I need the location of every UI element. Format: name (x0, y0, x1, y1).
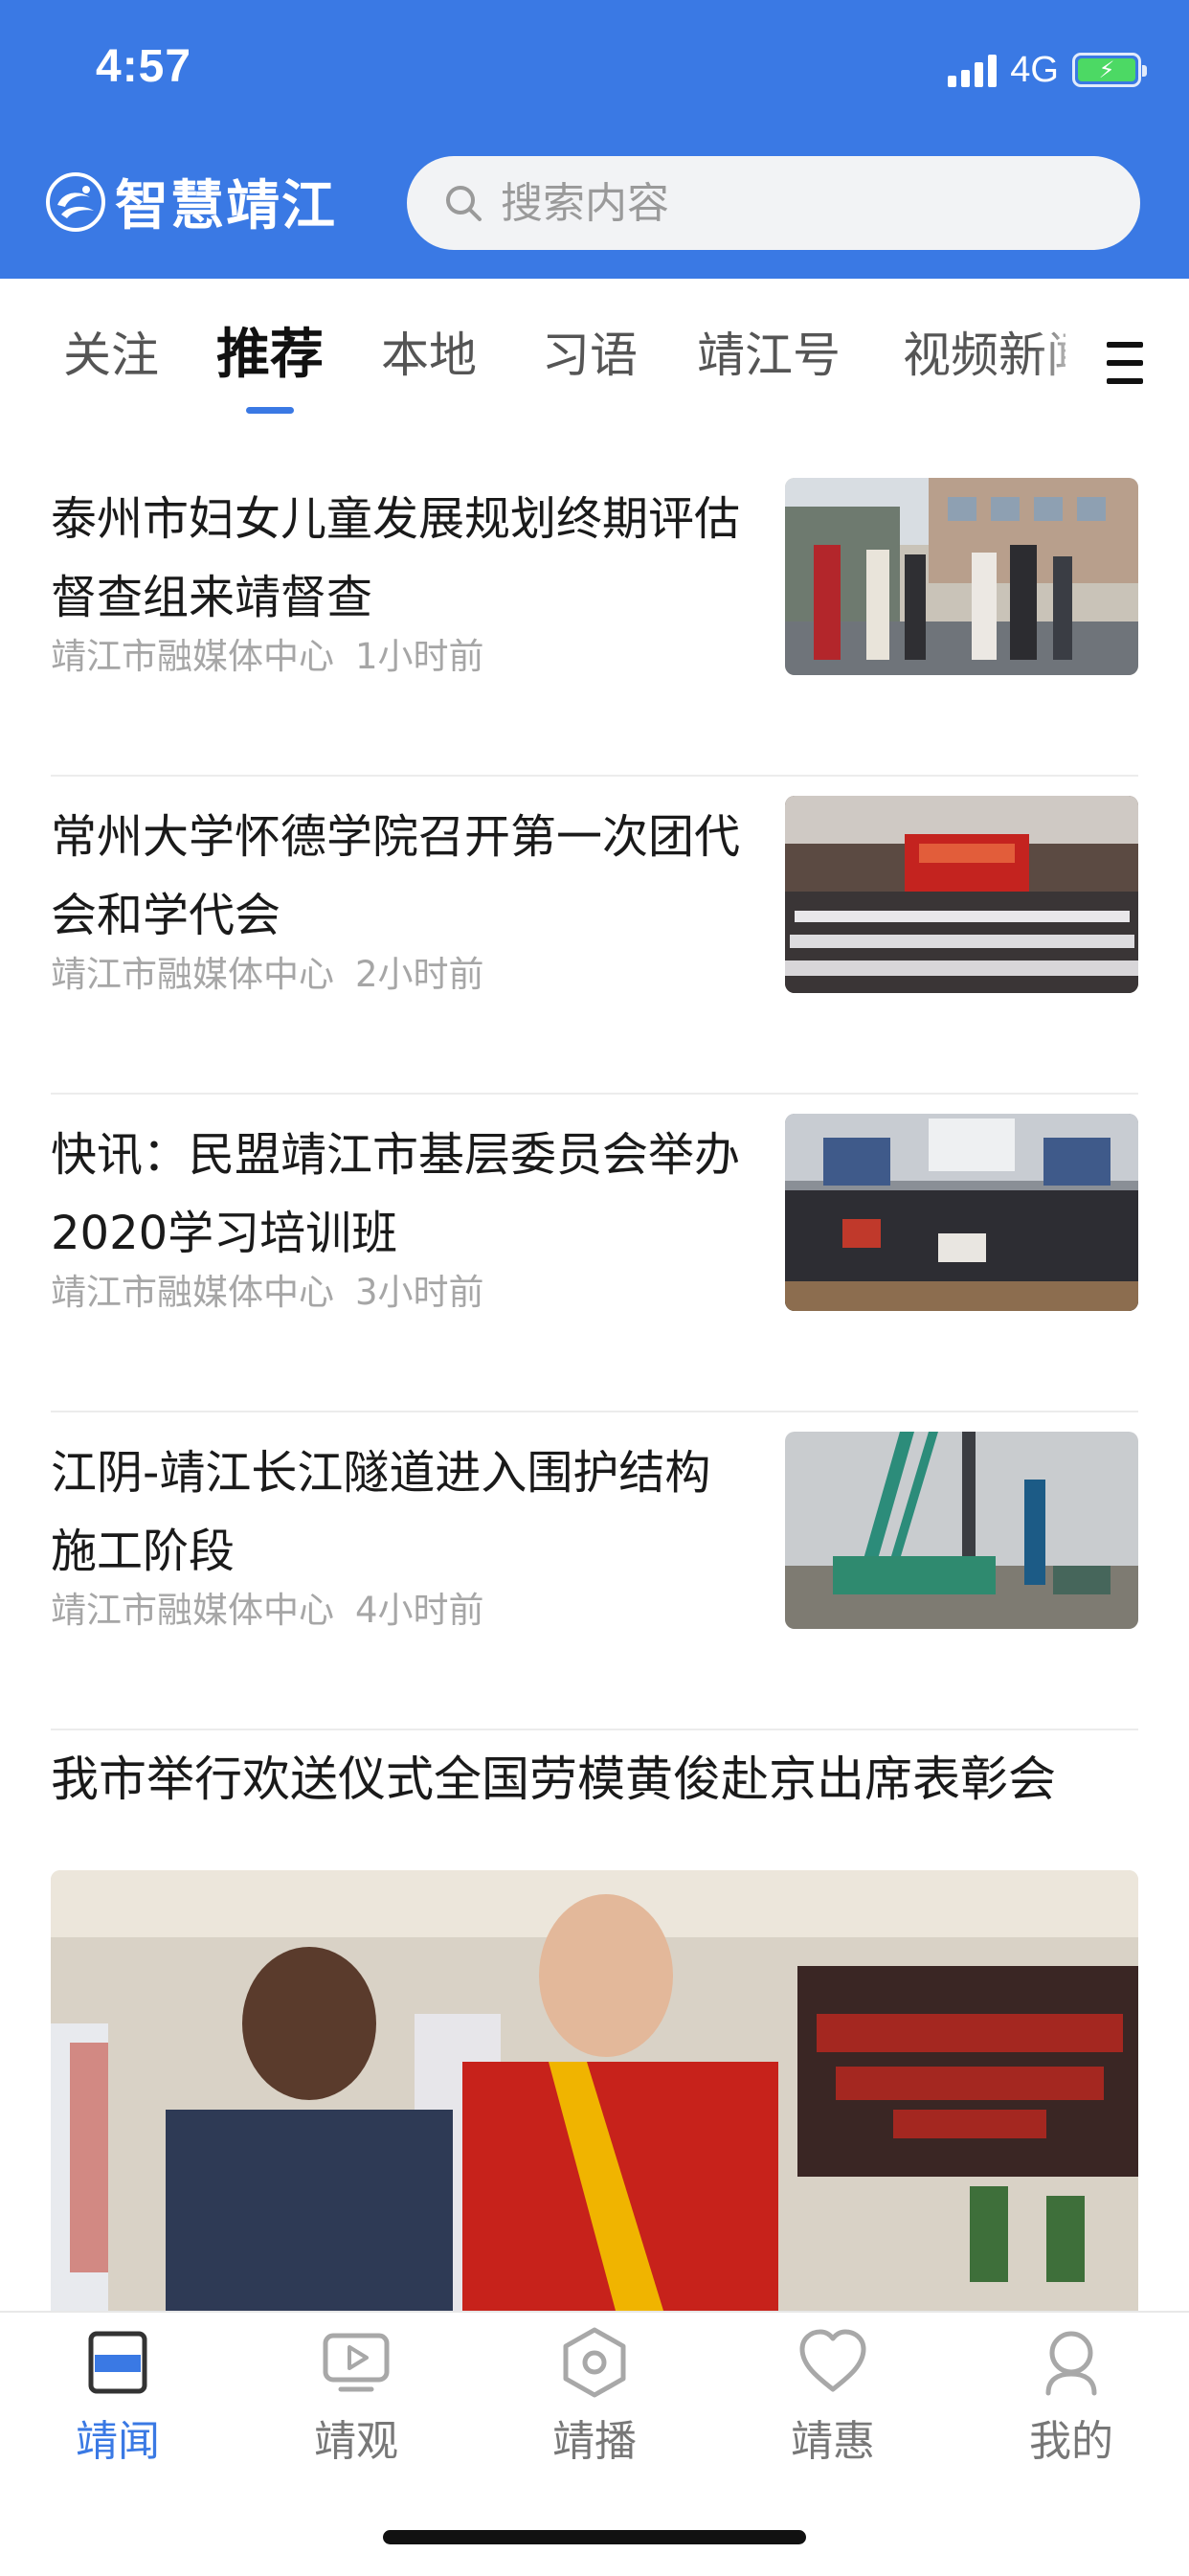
channel-tab-bar: 关注 推荐 本地 习语 靖江号 视频新闻 (0, 279, 1189, 422)
profile-icon (1045, 2331, 1097, 2396)
news-title: 江阴-靖江长江隧道进入围护结构施工阶段 (51, 1446, 711, 1578)
status-indicators: 4G ⚡ (948, 46, 1147, 94)
status-time: 4:57 (96, 41, 192, 92)
tab-label: 我的 (1029, 2417, 1113, 2466)
search-bar[interactable] (407, 156, 1140, 250)
featured-title[interactable]: 我市举行欢送仪式全国劳模黄俊赴京出席表彰会 (51, 1741, 1056, 1810)
battery-icon: ⚡ (1072, 53, 1147, 87)
video-icon (323, 2333, 390, 2392)
news-thumbnail (785, 478, 1138, 675)
tab-xi-quotes[interactable]: 习语 (542, 317, 638, 386)
news-meta: 靖江市融媒体中心 1小时前 (51, 627, 484, 679)
news-time: 3小时前 (355, 1272, 484, 1313)
home-indicator[interactable] (383, 2530, 806, 2544)
news-source: 靖江市融媒体中心 (51, 954, 334, 995)
tab-jinghui[interactable]: 靖惠 (737, 2326, 929, 2468)
network-type: 4G (1010, 49, 1059, 90)
news-item[interactable]: 常州大学怀德学院召开第一次团代会和学代会 靖江市融媒体中心 2小时前 (51, 777, 1138, 1095)
news-item[interactable]: 江阴-靖江长江隧道进入围护结构施工阶段 靖江市融媒体中心 4小时前 (51, 1412, 1138, 1730)
news-title: 快讯：民盟靖江市基层委员会举办2020学习培训班 (51, 1128, 741, 1260)
tab-label: 靖闻 (76, 2417, 160, 2466)
app-logo: 智慧靖江 (46, 163, 337, 240)
search-icon (446, 186, 482, 221)
news-thumbnail (785, 796, 1138, 993)
tab-jingwen[interactable]: 靖闻 (22, 2326, 213, 2468)
news-source: 靖江市融媒体中心 (51, 1272, 334, 1313)
news-thumbnail (785, 1432, 1138, 1629)
news-time: 1小时前 (355, 636, 484, 677)
tab-label: 靖播 (552, 2417, 637, 2466)
logo-icon (46, 171, 105, 232)
news-item[interactable]: 快讯：民盟靖江市基层委员会举办2020学习培训班 靖江市融媒体中心 3小时前 (51, 1095, 1138, 1412)
active-tab-indicator (246, 407, 294, 414)
app-header: 4:57 4G ⚡ 智慧靖江 (0, 0, 1189, 279)
news-time: 2小时前 (355, 954, 484, 995)
signal-icon (948, 53, 998, 87)
bottom-tab-bar: 靖闻 靖观 靖播 靖惠 我的 (0, 2311, 1189, 2576)
tabs-fade (1034, 298, 1091, 403)
tab-label: 靖观 (314, 2417, 398, 2466)
news-source: 靖江市融媒体中心 (51, 1590, 334, 1631)
news-source: 靖江市融媒体中心 (51, 636, 334, 677)
news-item[interactable]: 泰州市妇女儿童发展规划终期评估督查组来靖督查 靖江市融媒体中心 1小时前 (51, 459, 1138, 777)
news-meta: 靖江市融媒体中心 4小时前 (51, 1581, 484, 1633)
search-input[interactable] (499, 177, 1096, 229)
featured-image[interactable] (51, 1870, 1138, 2311)
tab-jingjiang-accounts[interactable]: 靖江号 (697, 317, 841, 386)
tab-mine[interactable]: 我的 (976, 2326, 1167, 2468)
menu-icon[interactable] (1107, 342, 1143, 384)
news-meta: 靖江市融媒体中心 2小时前 (51, 945, 484, 997)
tab-jingguan[interactable]: 靖观 (260, 2326, 452, 2468)
tab-jingbo[interactable]: 靖播 (499, 2326, 690, 2468)
heart-icon (799, 2329, 866, 2392)
tab-follow[interactable]: 关注 (63, 317, 159, 386)
tab-local[interactable]: 本地 (381, 317, 477, 386)
news-meta: 靖江市融媒体中心 3小时前 (51, 1263, 484, 1315)
news-title: 泰州市妇女儿童发展规划终期评估督查组来靖督查 (51, 492, 741, 624)
news-icon (88, 2331, 147, 2394)
app-title: 智慧靖江 (115, 174, 337, 237)
news-time: 4小时前 (355, 1590, 484, 1631)
news-thumbnail (785, 1114, 1138, 1311)
tab-recommended[interactable]: 推荐 (216, 311, 324, 389)
tab-label: 靖惠 (791, 2417, 875, 2466)
broadcast-icon (563, 2327, 626, 2398)
news-title: 常州大学怀德学院召开第一次团代会和学代会 (51, 810, 741, 942)
